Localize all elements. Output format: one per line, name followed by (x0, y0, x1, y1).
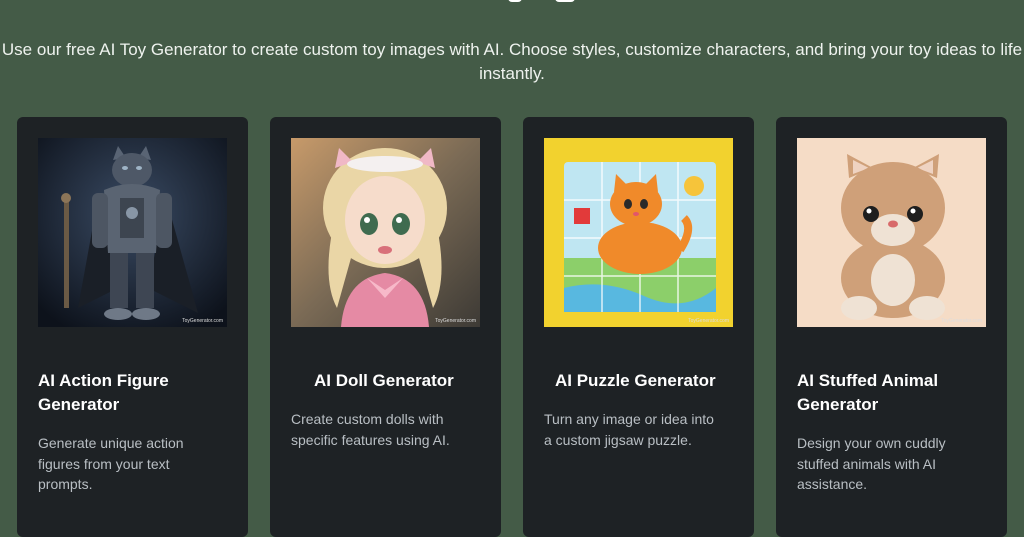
cat-puzzle-image: ToyGenerator.com (544, 138, 733, 327)
card-stuffed-animal[interactable]: ToyGenerator.com AI Stuffed Animal Gener… (776, 117, 1007, 537)
heading-fragment-2 (555, 0, 575, 2)
cat-action-figure-image: ToyGenerator.com (38, 138, 227, 327)
image-watermark: ToyGenerator.com (435, 318, 476, 324)
doll-image: ToyGenerator.com (291, 138, 480, 327)
image-watermark: ToyGenerator.com (182, 318, 223, 324)
plush-cat-image: ToyGenerator.com (797, 138, 986, 327)
card-doll[interactable]: ToyGenerator.com AI Doll Generator Creat… (270, 117, 501, 537)
image-watermark: ToyGenerator.com (688, 318, 729, 324)
card-title: AI Stuffed Animal Generator (797, 371, 939, 414)
card-description: Design your own cuddly stuffed animals w… (797, 435, 946, 492)
card-title: AI Action Figure Generator (38, 371, 169, 414)
card-description: Create custom dolls with specific featur… (291, 411, 450, 448)
heading-fragment-1 (508, 0, 522, 2)
card-title: AI Doll Generator (314, 371, 454, 390)
image-watermark: ToyGenerator.com (941, 318, 982, 324)
card-action-figure[interactable]: ToyGenerator.com AI Action Figure Genera… (17, 117, 248, 537)
page-subtitle: Use our free AI Toy Generator to create … (1, 40, 1023, 83)
card-title: AI Puzzle Generator (555, 371, 716, 390)
card-description: Turn any image or idea into a custom jig… (544, 411, 714, 448)
card-description: Generate unique action figures from your… (38, 435, 184, 492)
card-puzzle[interactable]: ToyGenerator.com AI Puzzle Generator Tur… (523, 117, 754, 537)
